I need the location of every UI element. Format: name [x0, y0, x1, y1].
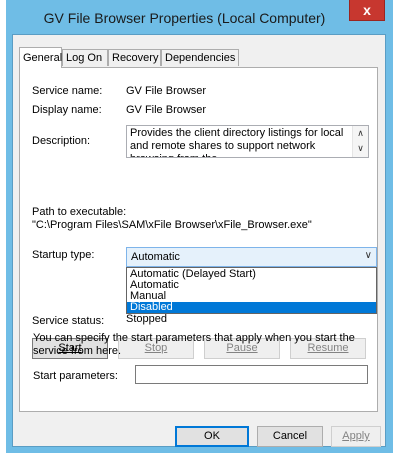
- startup-type-dropdown: Automatic (Delayed Start) Automatic Manu…: [126, 267, 377, 314]
- scroll-up-icon[interactable]: ∧: [353, 126, 368, 141]
- cancel-button[interactable]: Cancel: [257, 426, 323, 447]
- display-name-label: Display name:: [32, 104, 102, 116]
- properties-window: GV File Browser Properties (Local Comput…: [6, 0, 393, 453]
- close-button[interactable]: x: [349, 0, 385, 21]
- start-params-note: You can specify the start parameters tha…: [33, 332, 355, 357]
- description-text: Provides the client directory listings f…: [130, 127, 344, 157]
- service-name-value: GV File Browser: [126, 85, 207, 97]
- apply-button-label: Apply: [342, 430, 370, 442]
- scroll-down-icon[interactable]: ∨: [353, 141, 368, 156]
- service-status-label: Service status:: [32, 315, 105, 327]
- option-disabled[interactable]: Disabled: [127, 302, 376, 313]
- display-name-value: GV File Browser: [126, 104, 207, 116]
- description-scrollbar[interactable]: ∧ ∨: [352, 126, 368, 157]
- startup-type-select[interactable]: Automatic ∨: [126, 247, 377, 267]
- startup-type-value: Automatic: [131, 251, 180, 263]
- service-name-label: Service name:: [32, 85, 103, 97]
- close-icon: x: [363, 2, 371, 18]
- start-params-input[interactable]: [135, 365, 368, 384]
- tab-dependencies[interactable]: Dependencies: [161, 49, 239, 66]
- description-label: Description:: [32, 135, 91, 147]
- title-bar[interactable]: GV File Browser Properties (Local Comput…: [6, 0, 393, 34]
- window-title: GV File Browser Properties (Local Comput…: [43, 10, 326, 26]
- service-status-value: Stopped: [126, 313, 167, 325]
- apply-button[interactable]: Apply: [331, 426, 381, 447]
- startup-type-label: Startup type:: [32, 249, 95, 261]
- tab-general[interactable]: General: [19, 47, 62, 68]
- start-params-label: Start parameters:: [33, 370, 118, 382]
- tab-log-on[interactable]: Log On: [62, 49, 108, 66]
- path-label: Path to executable:: [32, 206, 127, 218]
- chevron-down-icon: ∨: [364, 250, 372, 261]
- general-tab-panel: Service name: GV File Browser Display na…: [19, 67, 378, 412]
- description-box[interactable]: Provides the client directory listings f…: [126, 125, 369, 158]
- path-value: "C:\Program Files\SAM\xFile Browser\xFil…: [32, 219, 312, 231]
- dialog-client-area: General Log On Recovery Dependencies Ser…: [12, 34, 386, 447]
- tab-recovery[interactable]: Recovery: [108, 49, 161, 66]
- ok-button[interactable]: OK: [175, 426, 249, 447]
